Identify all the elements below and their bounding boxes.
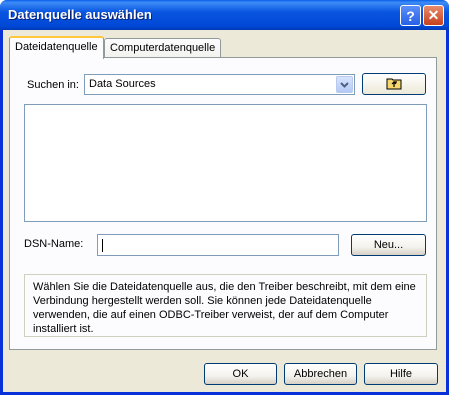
tab-machine-data-source[interactable]: Computerdatenquelle	[104, 38, 222, 58]
data-source-file-list[interactable]	[24, 104, 427, 222]
folder-up-icon	[386, 76, 402, 93]
lookin-label: Suchen in:	[27, 79, 79, 91]
title-close-button[interactable]: ✕	[423, 5, 444, 26]
text-caret	[102, 239, 103, 252]
help-icon: ?	[406, 7, 415, 24]
tab-label: Computerdatenquelle	[110, 42, 216, 54]
description-text: Wählen Sie die Dateidatenquelle aus, die…	[33, 281, 416, 335]
title-help-button[interactable]: ?	[400, 5, 421, 26]
new-button[interactable]: Neu...	[351, 234, 426, 256]
new-button-label: Neu...	[373, 239, 404, 251]
description-box: Wählen Sie die Dateidatenquelle aus, die…	[24, 274, 427, 337]
tab-file-data-source[interactable]: Dateidatenquelle	[9, 36, 104, 59]
window-title: Datenquelle auswählen	[8, 7, 152, 22]
lookin-dropdown[interactable]: Data Sources	[84, 74, 355, 95]
tab-label: Dateidatenquelle	[15, 41, 98, 53]
dsn-name-field[interactable]	[97, 234, 339, 256]
cancel-button[interactable]: Abbrechen	[284, 363, 357, 385]
up-one-level-button[interactable]	[362, 73, 426, 95]
help-button-label: Hilfe	[389, 368, 412, 380]
chevron-down-icon[interactable]	[336, 76, 353, 93]
dsn-label: DSN-Name:	[24, 238, 84, 250]
title-bar: Datenquelle auswählen ? ✕	[0, 0, 449, 30]
close-icon: ✕	[427, 7, 440, 23]
ok-button[interactable]: OK	[204, 363, 277, 385]
lookin-value: Data Sources	[89, 78, 156, 90]
cancel-button-label: Abbrechen	[293, 368, 348, 380]
help-button[interactable]: Hilfe	[364, 363, 438, 385]
ok-button-label: OK	[232, 368, 249, 380]
